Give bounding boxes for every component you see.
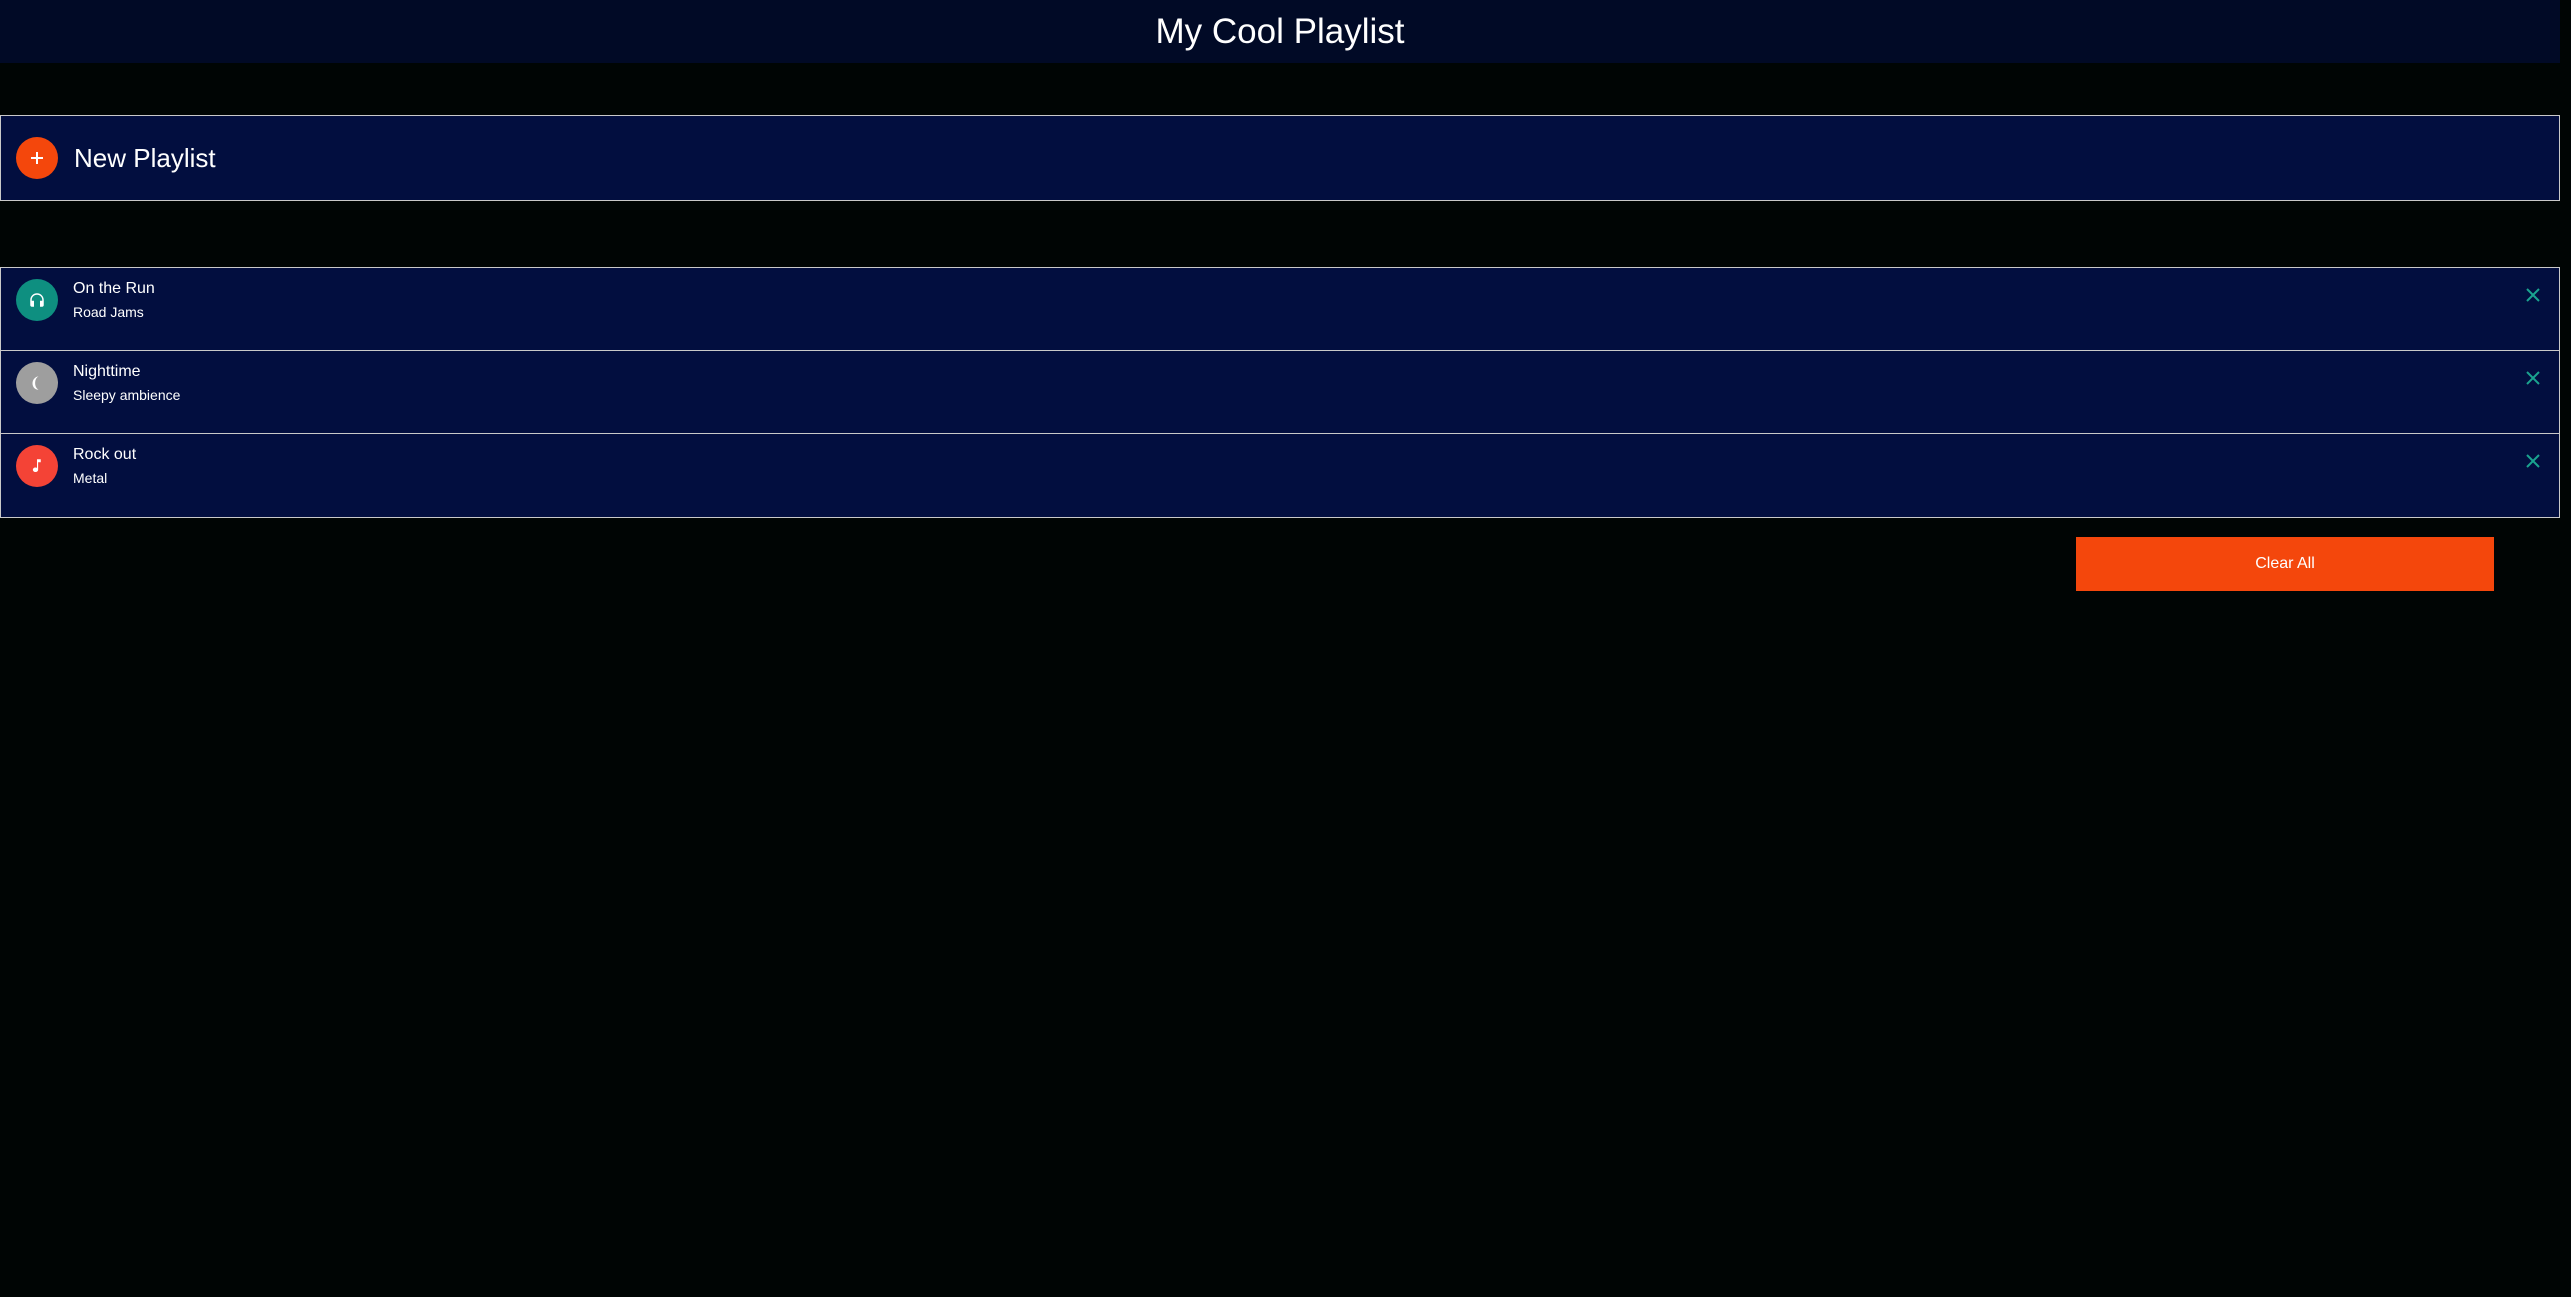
app-header: My Cool Playlist [0, 0, 2560, 63]
list-item[interactable]: Rock out Metal [0, 433, 2560, 518]
clear-all-button[interactable]: Clear All [2076, 537, 2494, 591]
playlist-subtitle: Metal [73, 470, 108, 486]
close-icon [2526, 288, 2540, 302]
playlist-subtitle: Road Jams [73, 304, 144, 320]
close-icon [2526, 371, 2540, 385]
remove-playlist-button[interactable] [2521, 449, 2545, 473]
playlist-title: Nighttime [73, 363, 141, 380]
plus-icon [31, 152, 43, 164]
playlist-list: On the Run Road Jams Nighttime Sleepy am… [0, 267, 2560, 518]
playlist-subtitle: Sleepy ambience [73, 387, 181, 403]
close-icon [2526, 454, 2540, 468]
list-item[interactable]: On the Run Road Jams [0, 267, 2560, 350]
music-note-icon [32, 459, 41, 472]
remove-playlist-button[interactable] [2521, 283, 2545, 307]
playlist-avatar [16, 279, 58, 321]
playlist-title: Rock out [73, 446, 137, 463]
playlist-avatar [16, 445, 58, 487]
playlist-avatar [16, 362, 58, 404]
page-title: My Cool Playlist [1155, 11, 1405, 51]
new-playlist-button[interactable]: New Playlist [0, 115, 2560, 201]
moon-icon [32, 376, 39, 390]
list-item[interactable]: Nighttime Sleepy ambience [0, 350, 2560, 433]
new-playlist-avatar [16, 137, 58, 179]
remove-playlist-button[interactable] [2521, 366, 2545, 390]
playlist-title: On the Run [73, 280, 155, 297]
headphones-icon [30, 293, 44, 307]
new-playlist-label: New Playlist [74, 142, 216, 173]
